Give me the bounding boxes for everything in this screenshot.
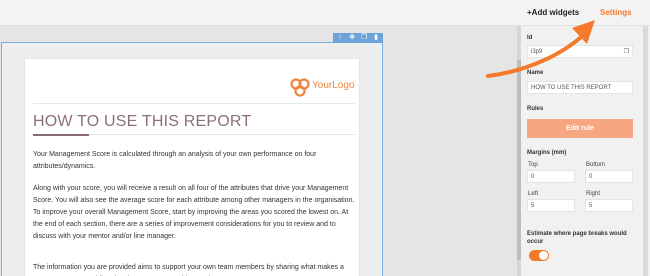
widget-toolbar: ↑ ✥ ❐ ▮ — [333, 33, 383, 43]
title-accent-bar — [33, 134, 89, 136]
copy-icon[interactable]: ❐ — [624, 46, 629, 58]
report-page: YourLogo HOW TO USE THIS REPORT Your Man… — [24, 58, 360, 276]
right-label: Right — [586, 191, 601, 197]
margin-right-input[interactable]: 5 — [585, 199, 633, 212]
header-divider — [33, 103, 355, 104]
page-scrollbar[interactable] — [643, 26, 648, 276]
arrow-up-icon[interactable]: ↑ — [336, 34, 344, 42]
paragraph: The information you are provided aims to… — [33, 264, 344, 271]
bottom-label: Bottom — [586, 162, 606, 168]
logo-icon — [290, 78, 310, 97]
margin-top-input[interactable]: 0 — [527, 170, 575, 183]
margin-bottom-input[interactable]: 0 — [585, 170, 633, 183]
rules-label: Rules — [527, 106, 544, 112]
copy-icon[interactable]: ❐ — [360, 34, 368, 42]
top-label: Top — [528, 162, 538, 168]
logo-text: YourLogo — [312, 80, 355, 91]
move-icon[interactable]: ✥ — [348, 34, 356, 42]
margins-label: Margins (mm) — [527, 150, 567, 156]
paragraph: Your Management Score is calculated thro… — [33, 151, 317, 170]
report-title[interactable]: HOW TO USE THIS REPORT — [33, 113, 251, 131]
panel-scrollbar-thumb[interactable] — [517, 60, 521, 260]
annotation-arrow — [486, 20, 595, 78]
delete-icon[interactable]: ▮ — [372, 34, 380, 42]
logo: YourLogo — [290, 77, 360, 97]
left-label: Left — [528, 191, 539, 197]
edit-rule-button[interactable]: Edit rule — [527, 119, 633, 138]
paragraph: Along with your score, you will receive … — [33, 185, 355, 240]
margin-left-input[interactable]: 5 — [527, 199, 575, 212]
estimate-breaks-label: Estimate where page breaks would occur — [527, 231, 627, 245]
toggle-knob — [539, 251, 548, 260]
